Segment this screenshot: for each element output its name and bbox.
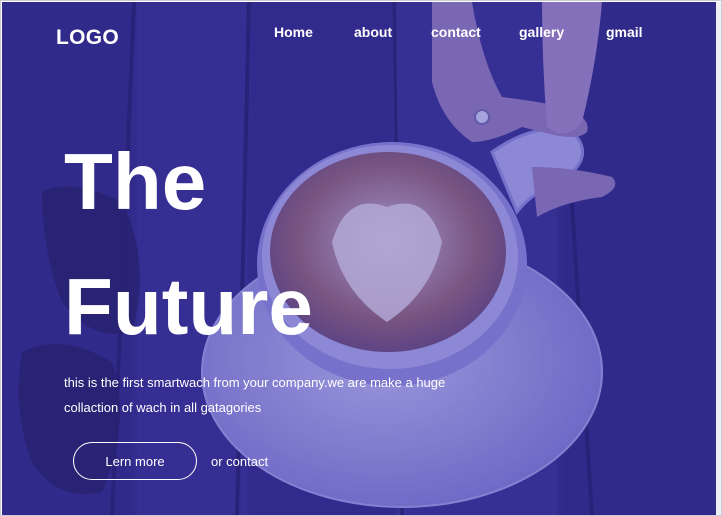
hero-title-line-1: The — [64, 137, 207, 226]
learn-more-button[interactable]: Lern more — [73, 442, 197, 480]
browser-viewport: LOGO Home about contact gallery gmail Th… — [0, 0, 722, 516]
nav-link-home[interactable]: Home — [274, 24, 313, 40]
nav-link-about[interactable]: about — [354, 24, 392, 40]
contact-link[interactable]: or contact — [211, 454, 268, 469]
hero-section: LOGO Home about contact gallery gmail Th… — [2, 2, 716, 515]
hero-background-image — [2, 2, 716, 515]
site-logo[interactable]: LOGO — [56, 26, 119, 50]
nav-link-gallery[interactable]: gallery — [519, 24, 564, 40]
hero-title-line-2: Future — [64, 262, 313, 351]
vertical-scrollbar[interactable] — [716, 2, 721, 515]
nav-link-contact[interactable]: contact — [431, 24, 481, 40]
nav-link-gmail[interactable]: gmail — [606, 24, 643, 40]
hero-description: this is the first smartwach from your co… — [64, 375, 446, 415]
